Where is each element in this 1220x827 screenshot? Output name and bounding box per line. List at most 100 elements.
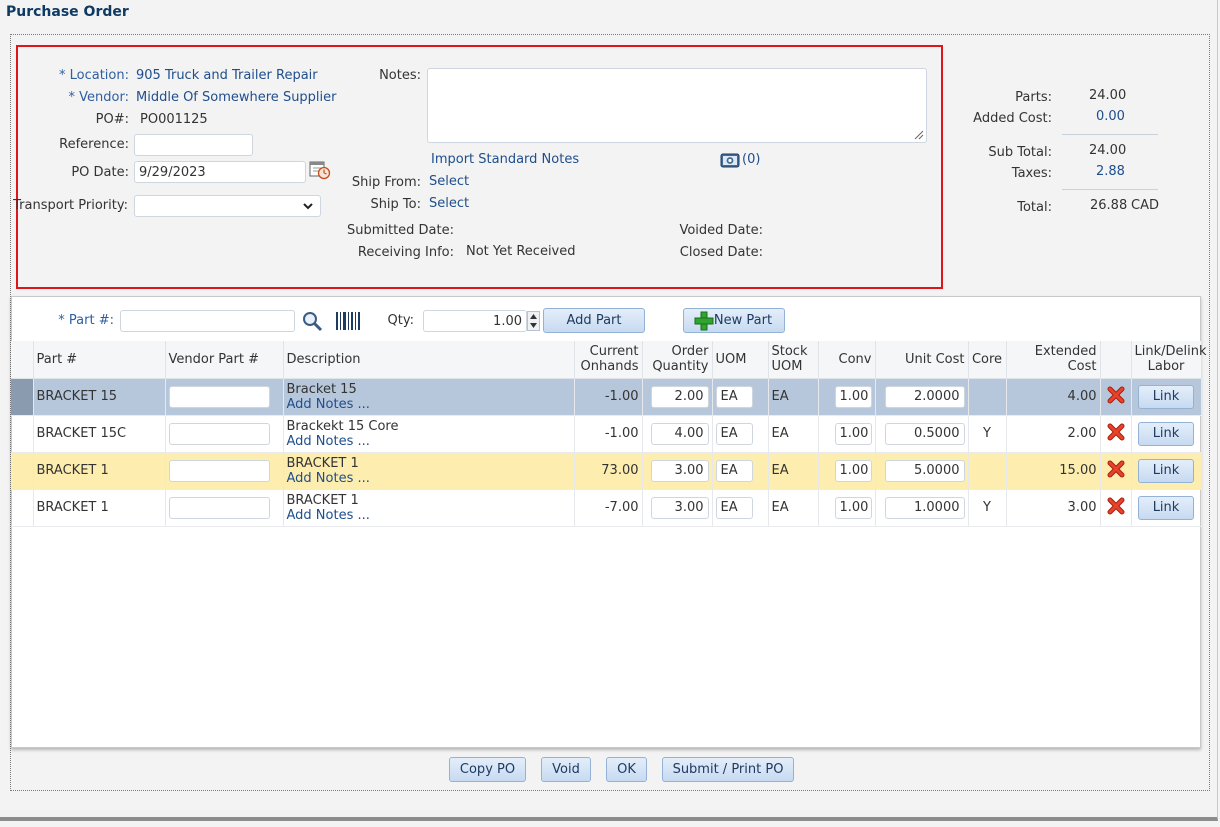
- core-cell: Y: [968, 415, 1007, 453]
- order-quantity-input[interactable]: 3.00: [650, 459, 709, 482]
- col-current-onhands[interactable]: Current Onhands: [574, 341, 643, 379]
- table-row[interactable]: BRACKET 1 BRACKET 1 Add Notes ... 73.00 3.00…: [11, 452, 1202, 490]
- order-quantity-input[interactable]: 2.00: [650, 385, 709, 408]
- add-notes-link[interactable]: Add Notes ...: [287, 471, 571, 486]
- row-selector[interactable]: [11, 378, 34, 416]
- link-cell: Link: [1131, 415, 1202, 453]
- link-labor-button[interactable]: Link: [1138, 421, 1194, 446]
- conv-input[interactable]: 1.00: [834, 385, 872, 408]
- delete-cell: [1100, 452, 1132, 490]
- vendor-part-input[interactable]: [168, 496, 270, 519]
- added-cost-link[interactable]: 0.00: [1096, 109, 1125, 124]
- reference-input[interactable]: [134, 134, 253, 156]
- conv-input[interactable]: 1.00: [834, 422, 872, 445]
- extended-cost-cell: 4.00: [1006, 378, 1101, 416]
- col-delete: [1100, 341, 1132, 379]
- spinner-arrows-icon: [530, 314, 537, 328]
- resize-grip-icon[interactable]: [912, 128, 924, 140]
- col-extended-cost[interactable]: Extended Cost: [1006, 341, 1101, 379]
- po-number-value: PO001125: [140, 112, 208, 127]
- col-unit-cost[interactable]: Unit Cost: [875, 341, 969, 379]
- vendor-part-cell: [165, 489, 284, 527]
- table-row[interactable]: BRACKET 15C Brackekt 15 Core Add Notes ...…: [11, 415, 1202, 453]
- camera-icon[interactable]: [720, 151, 740, 169]
- new-part-label: New Part: [713, 313, 773, 328]
- delete-x-icon[interactable]: [1107, 386, 1125, 404]
- unit-cost-cell: 2.0000: [875, 378, 969, 416]
- chevron-down-icon: [303, 203, 313, 210]
- delete-x-icon[interactable]: [1107, 460, 1125, 478]
- total-value: 26.88: [1090, 198, 1128, 213]
- table-row[interactable]: BRACKET 15 Bracket 15 Add Notes ... -1.00 2.…: [11, 378, 1202, 416]
- barcode-icon[interactable]: [335, 310, 361, 332]
- qty-input[interactable]: [423, 310, 527, 332]
- submit-print-po-button[interactable]: Submit / Print PO: [662, 757, 794, 782]
- calendar-clock-icon[interactable]: [309, 160, 331, 180]
- uom-input[interactable]: EA: [715, 459, 753, 482]
- vendor-link[interactable]: Middle Of Somewhere Supplier: [136, 90, 337, 105]
- row-selector[interactable]: [11, 489, 34, 527]
- table-row[interactable]: BRACKET 1 BRACKET 1 Add Notes ... -7.00 3.00…: [11, 489, 1202, 527]
- col-core[interactable]: Core: [968, 341, 1007, 379]
- delete-x-icon[interactable]: [1107, 497, 1125, 515]
- col-link-labor[interactable]: Link/Delink Labor: [1131, 341, 1207, 379]
- col-order-quantity[interactable]: Order Quantity: [642, 341, 713, 379]
- location-link[interactable]: 905 Truck and Trailer Repair: [136, 68, 318, 83]
- order-quantity-input[interactable]: 3.00: [650, 496, 709, 519]
- stock-uom-cell: EA: [768, 378, 819, 416]
- notes-textarea[interactable]: [427, 68, 927, 143]
- vendor-part-input[interactable]: [168, 422, 270, 445]
- row-selector[interactable]: [11, 415, 34, 453]
- copy-po-button[interactable]: Copy PO: [449, 757, 526, 782]
- core-cell: [968, 452, 1007, 490]
- uom-input[interactable]: EA: [715, 422, 753, 445]
- conv-input[interactable]: 1.00: [834, 496, 872, 519]
- link-labor-button[interactable]: Link: [1138, 495, 1194, 520]
- vendor-label: * Vendor:: [68, 90, 129, 105]
- search-icon[interactable]: [301, 310, 323, 332]
- row-selector-header: [11, 341, 34, 379]
- col-uom[interactable]: UOM: [712, 341, 769, 379]
- col-stock-uom[interactable]: Stock UOM: [768, 341, 819, 379]
- add-part-button[interactable]: Add Part: [543, 308, 645, 333]
- part-number-label: * Part #:: [58, 313, 114, 328]
- unit-cost-input[interactable]: 0.5000: [884, 422, 965, 445]
- ship-to-link[interactable]: Select: [429, 196, 469, 211]
- col-description[interactable]: Description: [283, 341, 575, 379]
- delete-x-icon[interactable]: [1107, 423, 1125, 441]
- ok-button[interactable]: OK: [606, 757, 647, 782]
- col-part-number[interactable]: Part #: [33, 341, 166, 379]
- ship-from-link[interactable]: Select: [429, 174, 469, 189]
- col-link-labor-line2: Labor: [1147, 359, 1185, 375]
- new-part-button[interactable]: New Part: [683, 308, 785, 333]
- link-labor-button[interactable]: Link: [1138, 384, 1194, 409]
- unit-cost-input[interactable]: 2.0000: [884, 385, 965, 408]
- add-notes-link[interactable]: Add Notes ...: [287, 434, 571, 449]
- import-standard-notes-link[interactable]: Import Standard Notes: [431, 152, 579, 167]
- row-selector[interactable]: [11, 452, 34, 490]
- po-date-input[interactable]: [134, 161, 306, 183]
- link-labor-button[interactable]: Link: [1138, 458, 1194, 483]
- col-conv[interactable]: Conv: [818, 341, 876, 379]
- transport-priority-select[interactable]: [134, 195, 321, 217]
- vendor-part-input[interactable]: [168, 459, 270, 482]
- conv-cell: 1.00: [818, 378, 876, 416]
- conv-input[interactable]: 1.00: [834, 459, 872, 482]
- unit-cost-input[interactable]: 5.0000: [884, 459, 965, 482]
- uom-input[interactable]: EA: [715, 385, 753, 408]
- order-quantity-input[interactable]: 4.00: [650, 422, 709, 445]
- col-vendor-part[interactable]: Vendor Part #: [165, 341, 284, 379]
- vendor-part-cell: [165, 378, 284, 416]
- add-notes-link[interactable]: Add Notes ...: [287, 397, 571, 412]
- qty-spinner[interactable]: [527, 311, 540, 331]
- vendor-part-input[interactable]: [168, 385, 270, 408]
- vendor-part-cell: [165, 415, 284, 453]
- part-number-input[interactable]: [120, 310, 295, 332]
- uom-input[interactable]: EA: [715, 496, 753, 519]
- added-cost-label: Added Cost:: [973, 111, 1052, 126]
- taxes-link[interactable]: 2.88: [1096, 164, 1125, 179]
- unit-cost-input[interactable]: 1.0000: [884, 496, 965, 519]
- add-notes-link[interactable]: Add Notes ...: [287, 508, 571, 523]
- void-button[interactable]: Void: [541, 757, 591, 782]
- attachments-count-link[interactable]: (0): [742, 152, 760, 167]
